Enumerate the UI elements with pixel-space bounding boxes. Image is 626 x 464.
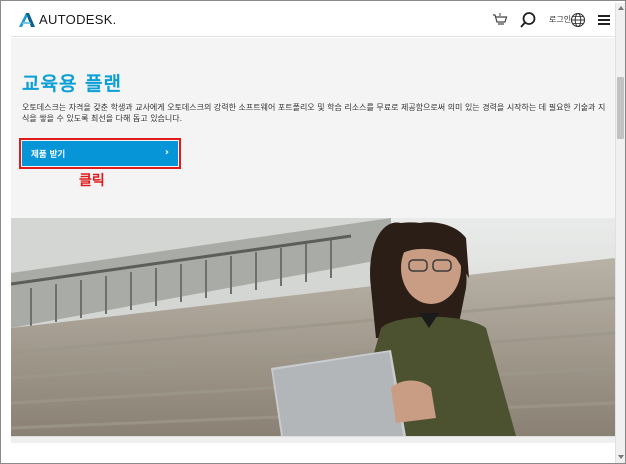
search-icon[interactable] [519, 11, 537, 29]
autodesk-logo[interactable]: AUTODESK. [19, 12, 117, 27]
hamburger-menu-icon[interactable] [595, 11, 613, 29]
hero-image [11, 218, 615, 436]
globe-icon[interactable] [569, 11, 587, 29]
scrollbar-thumb[interactable] [617, 77, 624, 139]
chevron-right-icon: › [164, 147, 169, 158]
brand-name: AUTODESK. [39, 12, 117, 27]
main-content: 교육용 플랜 오토데스크는 자격을 갖춘 학생과 교사에게 오토데스크의 강력한… [11, 38, 615, 443]
vertical-scrollbar[interactable] [615, 3, 625, 463]
login-link[interactable]: 로그인 [549, 14, 571, 25]
autodesk-logo-icon [19, 12, 35, 27]
browser-frame: AUTODESK. 로그인 교육용 플랜 오토데스크는 자격을 갖춘 학생과 교 [0, 0, 626, 464]
click-annotation: 클릭 [79, 173, 105, 189]
page-description: 오토데스크는 자격을 갖춘 학생과 교사에게 오토데스크의 강력한 소프트웨어 … [22, 103, 606, 123]
get-products-label: 제품 받기 [31, 149, 66, 160]
get-products-button[interactable]: 제품 받기 › [19, 138, 181, 169]
scroll-up-arrow-icon[interactable] [618, 6, 624, 10]
page-title: 교육용 플랜 [22, 73, 123, 95]
student-laptop-photo [11, 218, 615, 436]
site-header: AUTODESK. 로그인 [11, 3, 615, 37]
cart-icon[interactable] [491, 11, 509, 29]
scroll-down-arrow-icon[interactable] [618, 455, 624, 459]
bottom-strip [11, 436, 615, 443]
